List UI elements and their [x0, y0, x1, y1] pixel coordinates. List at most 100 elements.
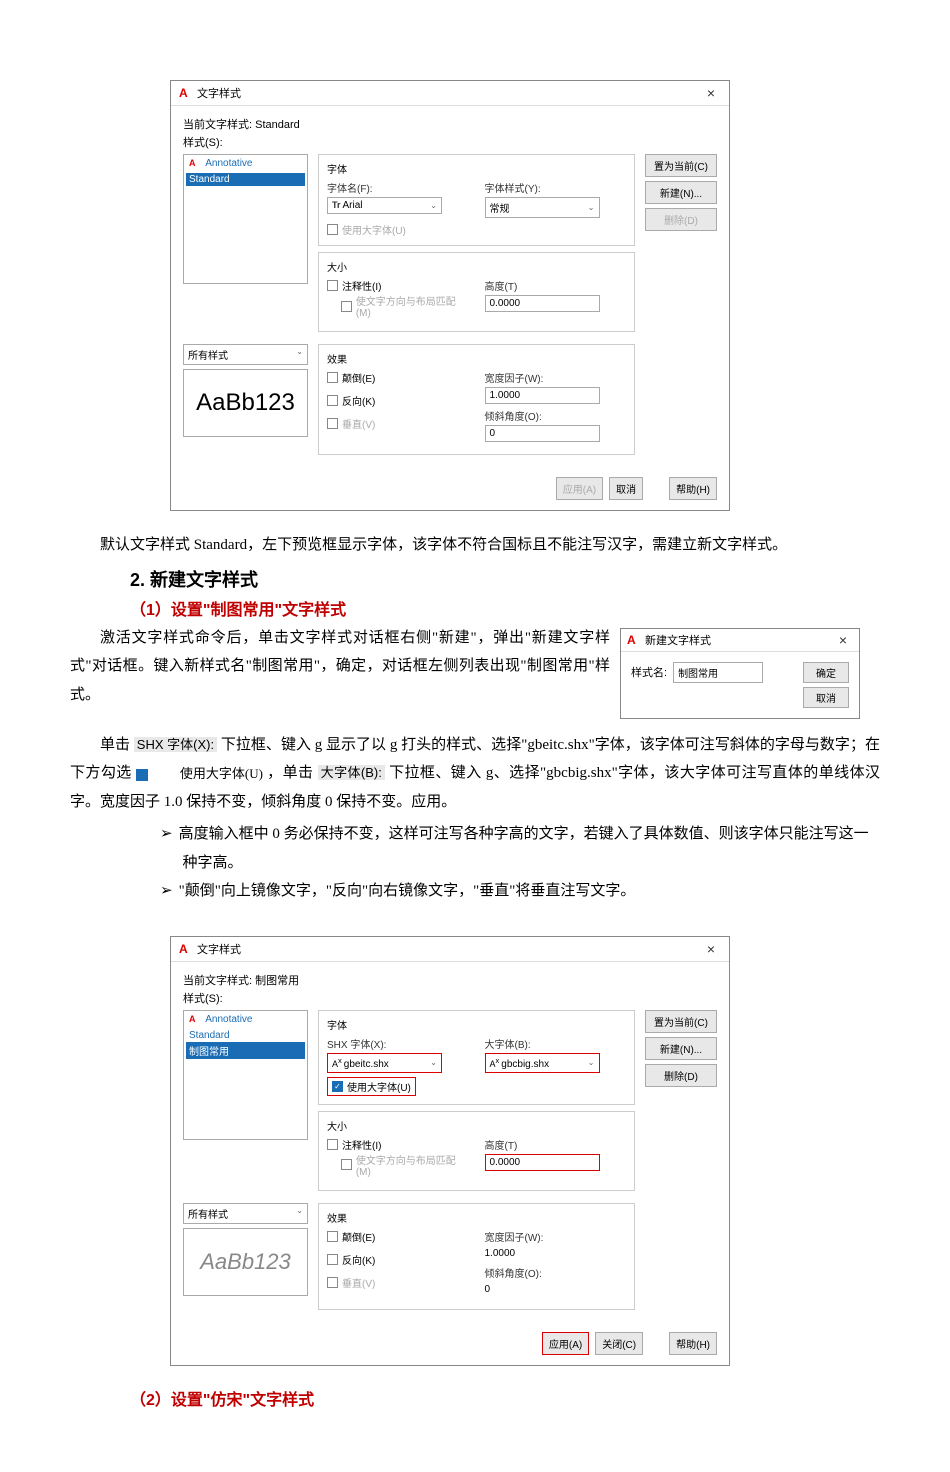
annotative-checkbox[interactable]: 注释性(I): [327, 1137, 469, 1152]
chevron-down-icon: ⌄: [296, 1206, 303, 1221]
para3-mid2: ，单击: [267, 765, 313, 781]
close-icon[interactable]: ×: [833, 632, 853, 648]
effects-fieldset: 效果 颠倒(E) 反向(K) 垂直(V) 宽度因子(W): 1.0000 倾斜角…: [318, 1203, 635, 1310]
backwards-checkbox[interactable]: 反向(K): [327, 393, 469, 408]
height-input[interactable]: 0.0000: [485, 295, 600, 312]
styles-label: 样式(S):: [183, 990, 717, 1006]
bigfont-checkbox-label: 使用大字体(U): [342, 222, 406, 237]
width-label: 宽度因子(W):: [485, 1229, 627, 1244]
ok-button[interactable]: 确定: [803, 662, 849, 683]
small-dialog-title: 新建文字样式: [645, 632, 711, 648]
all-styles-label: 所有样式: [188, 347, 228, 362]
style-item-annotative[interactable]: A Annotative: [186, 157, 305, 173]
upside-checkbox-label: 颠倒(E): [342, 1229, 375, 1244]
cancel-button[interactable]: 取消: [803, 687, 849, 708]
chevron-down-icon: ⌄: [296, 347, 303, 362]
close-icon[interactable]: ×: [701, 941, 721, 957]
height-label: 高度(T): [485, 278, 627, 293]
subsection-2-title: （2）设置"仿宋"文字样式: [130, 1386, 880, 1410]
set-current-button[interactable]: 置为当前(C): [645, 1010, 717, 1033]
style-item-annotative[interactable]: A Annotative: [186, 1013, 305, 1029]
style-name-input[interactable]: 制图常用: [673, 662, 763, 683]
all-styles-label: 所有样式: [188, 1206, 228, 1221]
vertical-checkbox-label: 垂直(V): [342, 1275, 375, 1290]
small-dialog-titlebar: A 新建文字样式 ×: [621, 629, 859, 652]
new-button[interactable]: 新建(N)...: [645, 1037, 717, 1060]
app-a-icon: A: [179, 86, 193, 100]
annotative-checkbox-label: 注释性(I): [342, 1137, 381, 1152]
chevron-down-icon: ⌄: [588, 1058, 595, 1067]
inline-shx-label: SHX 字体(X):: [134, 737, 217, 752]
current-style-row: 当前文字样式: 制图常用: [183, 972, 717, 988]
delete-button: 删除(D): [645, 208, 717, 231]
text-style-dialog-1: A 文字样式 × 当前文字样式: Standard 样式(S): A Annot…: [170, 80, 730, 511]
match-checkbox: 使文字方向与布局匹配(M): [341, 293, 469, 319]
help-button[interactable]: 帮助(H): [669, 1332, 717, 1355]
inline-bigfont-label: 使用大字体(U): [150, 762, 263, 787]
help-button[interactable]: 帮助(H): [669, 477, 717, 500]
style-item-standard[interactable]: Standard: [186, 1029, 305, 1042]
chevron-down-icon: ⌄: [430, 1058, 437, 1067]
bigfont-checkbox[interactable]: ✓ 使用大字体(U): [327, 1077, 416, 1096]
oblique-value: 0: [485, 1282, 600, 1297]
close-icon[interactable]: ×: [701, 85, 721, 101]
bullet-1: ➢高度输入框中 0 务必保持不变，这样可注写各种字高的文字，若键入了具体数值、则…: [160, 820, 880, 877]
styles-listbox[interactable]: A Annotative Standard: [183, 154, 308, 284]
all-styles-select[interactable]: 所有样式 ⌄: [183, 344, 308, 365]
oblique-label: 倾斜角度(O):: [485, 408, 627, 423]
bullet-2: ➢"颠倒"向上镜像文字，"反向"向右镜像文字，"垂直"将垂直注写文字。: [160, 877, 880, 906]
oblique-label: 倾斜角度(O):: [485, 1265, 627, 1280]
shx-font-select[interactable]: Axgbeitc.shx ⌄: [327, 1053, 442, 1073]
dialog-title: 文字样式: [197, 941, 241, 957]
effects-fieldset: 效果 颠倒(E) 反向(K) 垂直(V) 宽度因子(W): 1.0000 倾斜角…: [318, 344, 635, 455]
preview-box: AaBb123: [183, 1228, 308, 1296]
cancel-button[interactable]: 取消: [609, 477, 643, 500]
current-style-value: Standard: [255, 119, 300, 131]
annotative-checkbox[interactable]: 注释性(I): [327, 278, 469, 293]
backwards-checkbox-label: 反向(K): [342, 393, 375, 408]
bigfont-checkbox-label: 使用大字体(U): [347, 1079, 411, 1094]
shx-font-value: gbeitc.shx: [344, 1059, 389, 1070]
style-name-label: 样式名:: [631, 664, 667, 680]
body-paragraph-1: 默认文字样式 Standard，左下预览框显示字体，该字体不符合国标且不能注写汉…: [70, 531, 880, 560]
size-fieldset: 大小 注释性(I) 使文字方向与布局匹配(M): [318, 1111, 635, 1191]
delete-button[interactable]: 删除(D): [645, 1064, 717, 1087]
bullet-1-text: 高度输入框中 0 务必保持不变，这样可注写各种字高的文字，若键入了具体数值、则该…: [179, 826, 869, 871]
upside-checkbox[interactable]: 颠倒(E): [327, 370, 469, 385]
width-input[interactable]: 1.0000: [485, 387, 600, 404]
style-item-zhitu[interactable]: 制图常用: [186, 1042, 305, 1059]
bigfont-label: 大字体(B):: [485, 1036, 627, 1051]
upside-checkbox[interactable]: 颠倒(E): [327, 1229, 469, 1244]
new-text-style-dialog: A 新建文字样式 × 样式名: 制图常用 确定 取消: [620, 628, 860, 719]
font-name-select[interactable]: TrArial ⌄: [327, 197, 442, 214]
preview-box: AaBb123: [183, 369, 308, 437]
oblique-input[interactable]: 0: [485, 425, 600, 442]
style-item-label: Annotative: [205, 1014, 252, 1025]
effects-group-label: 效果: [327, 351, 626, 366]
backwards-checkbox[interactable]: 反向(K): [327, 1252, 469, 1267]
current-style-label: 当前文字样式:: [183, 119, 252, 131]
font-group-label: 字体: [327, 1017, 626, 1032]
all-styles-select[interactable]: 所有样式 ⌄: [183, 1203, 308, 1224]
current-style-label: 当前文字样式:: [183, 975, 252, 987]
font-style-select[interactable]: 常规 ⌄: [485, 197, 600, 218]
bigfont-checkbox: 使用大字体(U): [327, 222, 626, 237]
new-button[interactable]: 新建(N)...: [645, 181, 717, 204]
size-group-label: 大小: [327, 1118, 626, 1133]
width-label: 宽度因子(W):: [485, 370, 627, 385]
close-button[interactable]: 关闭(C): [595, 1332, 643, 1355]
dialog-title: 文字样式: [197, 85, 241, 101]
font-style-value: 常规: [490, 200, 510, 215]
subsection-1-title: （1）设置"制图常用"文字样式: [130, 596, 880, 620]
font-group-label: 字体: [327, 161, 626, 176]
apply-button: 应用(A): [556, 477, 603, 500]
style-item-standard[interactable]: Standard: [186, 173, 305, 186]
height-input[interactable]: 0.0000: [485, 1154, 600, 1171]
section-2-title: 2. 新建文字样式: [130, 566, 880, 592]
width-value: 1.0000: [485, 1246, 600, 1261]
current-style-value: 制图常用: [255, 975, 299, 987]
bigfont-select[interactable]: Axgbcbig.shx ⌄: [485, 1053, 600, 1073]
set-current-button[interactable]: 置为当前(C): [645, 154, 717, 177]
apply-button[interactable]: 应用(A): [542, 1332, 589, 1355]
styles-listbox[interactable]: A Annotative Standard 制图常用: [183, 1010, 308, 1140]
